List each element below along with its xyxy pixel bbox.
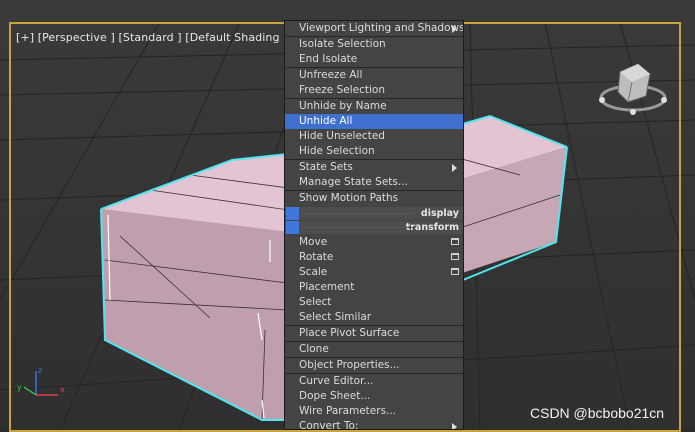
submenu-arrow-icon [452, 164, 457, 172]
menu-item-label: Hide Selection [299, 145, 375, 157]
menu-item-label: Rotate [299, 251, 334, 263]
menu-item-label: Viewport Lighting and Shadows [299, 22, 464, 34]
menu-item-convert-to[interactable]: Convert To: [285, 419, 463, 430]
menu-item-freeze-selection[interactable]: Freeze Selection [285, 83, 463, 98]
menu-item-select[interactable]: Select [285, 295, 463, 310]
menu-item-object-properties[interactable]: Object Properties... [285, 358, 463, 373]
menu-item-unhide-all[interactable]: Unhide All [285, 114, 463, 129]
menu-item-label: Dope Sheet... [299, 390, 371, 402]
menu-item-label: Hide Unselected [299, 130, 385, 142]
menu-item-label: Convert To: [299, 420, 359, 430]
menu-item-label: Manage State Sets... [299, 176, 408, 188]
options-box-icon[interactable] [451, 238, 459, 245]
menu-item-unfreeze-all[interactable]: Unfreeze All [285, 68, 463, 83]
viewcube-icon[interactable] [598, 58, 668, 120]
menu-item-label: Select Similar [299, 311, 372, 323]
menu-item-dope-sheet[interactable]: Dope Sheet... [285, 389, 463, 404]
quad-menu[interactable]: Viewport Lighting and Shadows Isolate Sel… [284, 20, 464, 430]
menu-item-viewport-lighting-and-shadows[interactable]: Viewport Lighting and Shadows [285, 21, 463, 36]
menu-item-label: Select [299, 296, 332, 308]
menu-item-label: Object Properties... [299, 359, 400, 371]
menu-item-label: Isolate Selection [299, 38, 386, 50]
menu-item-label: Move [299, 236, 328, 248]
menu-item-isolate-selection[interactable]: Isolate Selection [285, 37, 463, 52]
options-box-icon[interactable] [451, 268, 459, 275]
menu-item-hide-unselected[interactable]: Hide Unselected [285, 129, 463, 144]
svg-text:x: x [60, 385, 65, 394]
menu-item-label: Placement [299, 281, 355, 293]
menu-item-move[interactable]: Move [285, 235, 463, 250]
menu-item-label: State Sets [299, 161, 353, 173]
menu-item-end-isolate[interactable]: End Isolate [285, 52, 463, 67]
menu-item-label: Scale [299, 266, 328, 278]
display-quadrant-title: display [285, 207, 463, 220]
menu-item-show-motion-paths[interactable]: Show Motion Paths [285, 191, 463, 206]
axis-tripod-icon: x z y [17, 366, 65, 396]
menu-item-hide-selection[interactable]: Hide Selection [285, 144, 463, 159]
menu-item-label: Curve Editor... [299, 375, 374, 387]
menu-item-curve-editor[interactable]: Curve Editor... [285, 374, 463, 389]
options-box-icon[interactable] [451, 253, 459, 260]
menu-item-label: Unhide All [299, 115, 353, 127]
menu-item-wire-parameters[interactable]: Wire Parameters... [285, 404, 463, 419]
menu-item-place-pivot-surface[interactable]: Place Pivot Surface [285, 326, 463, 341]
menu-item-clone[interactable]: Clone [285, 342, 463, 357]
menu-item-label: Show Motion Paths [299, 192, 399, 204]
menu-item-label: Place Pivot Surface [299, 327, 400, 339]
viewport-label-menu[interactable]: [+] [Perspective ] [Standard ] [Default … [16, 31, 288, 44]
menu-item-scale[interactable]: Scale [285, 265, 463, 280]
menu-item-label: Wire Parameters... [299, 405, 397, 417]
submenu-arrow-icon [452, 25, 457, 33]
watermark-text: CSDN @bcbobo21cn [530, 405, 665, 421]
menu-item-label: Freeze Selection [299, 84, 385, 96]
submenu-arrow-icon [452, 423, 457, 429]
menu-item-unhide-by-name[interactable]: Unhide by Name [285, 99, 463, 114]
svg-text:z: z [38, 366, 42, 375]
transform-quadrant-title: transform [285, 221, 463, 234]
menu-item-rotate[interactable]: Rotate [285, 250, 463, 265]
menu-item-label: Clone [299, 343, 329, 355]
menu-item-label: Unfreeze All [299, 69, 363, 81]
menu-item-label: End Isolate [299, 53, 358, 65]
menu-item-select-similar[interactable]: Select Similar [285, 310, 463, 325]
menu-item-placement[interactable]: Placement [285, 280, 463, 295]
menu-item-label: Unhide by Name [299, 100, 387, 112]
menu-item-state-sets[interactable]: State Sets [285, 160, 463, 175]
svg-text:y: y [17, 383, 22, 392]
menu-item-manage-state-sets[interactable]: Manage State Sets... [285, 175, 463, 190]
